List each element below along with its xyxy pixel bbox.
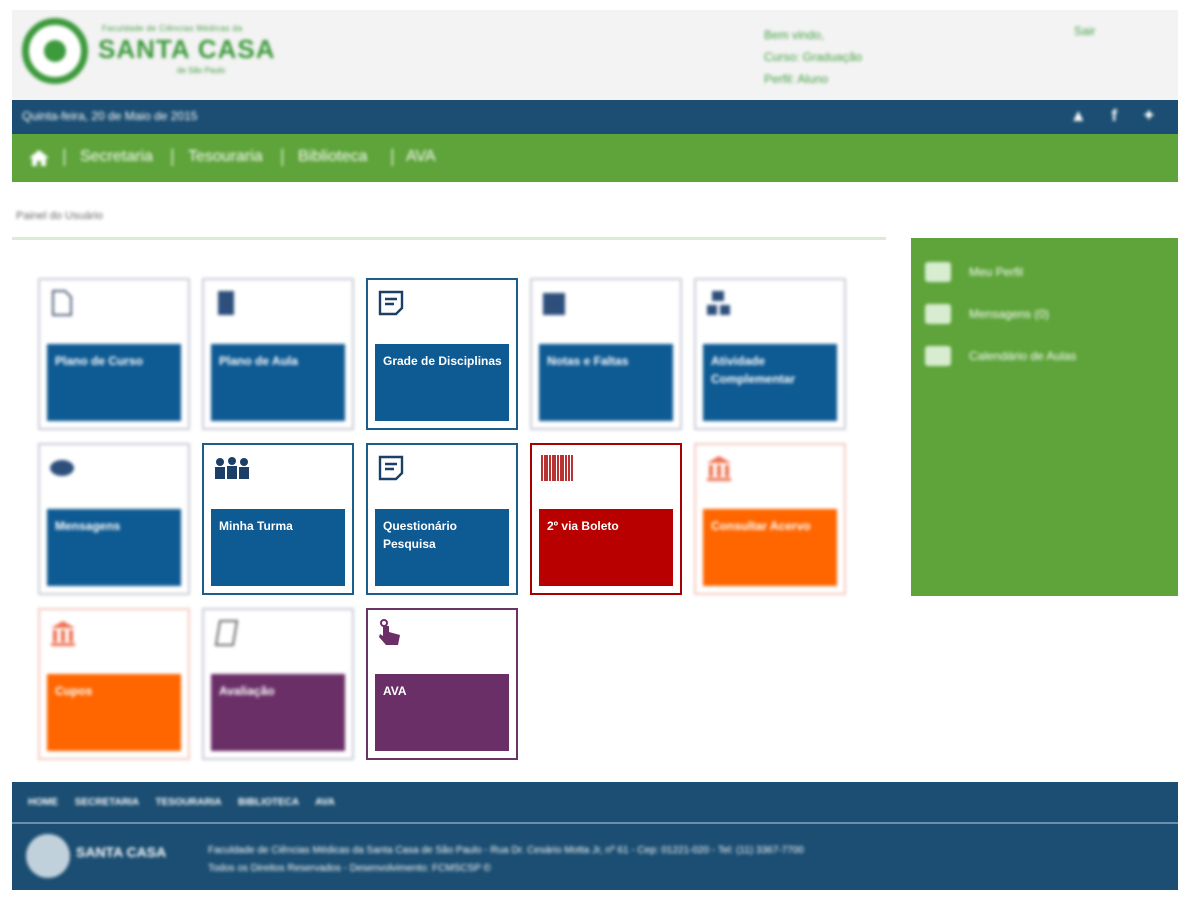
tile-notas-e-faltas[interactable]: Notas e Faltas (530, 278, 682, 430)
tile-label: Mensagens (55, 519, 121, 533)
logo-name[interactable]: SANTA CASA (98, 34, 276, 65)
side-panel: Meu Perfil Mensagens (0) Calendário de A… (911, 238, 1178, 596)
footer-divider (12, 822, 1178, 824)
tile-fill: Grade de Disciplinas (375, 344, 509, 421)
calendar-icon (925, 346, 951, 366)
network-icon (707, 291, 730, 315)
tile-consultar-acervo[interactable]: Consultar Acervo (694, 443, 846, 595)
tile-label: Atividade Complementar (711, 354, 796, 386)
nav-separator: | (390, 146, 395, 166)
social-icons[interactable]: ▲ f ✦ (1070, 106, 1166, 126)
tile-minha-turma[interactable]: Minha Turma (202, 443, 354, 595)
tile-ava[interactable]: AVA (366, 608, 518, 760)
nav-item-biblioteca[interactable]: Biblioteca (298, 148, 367, 166)
bank-icon (707, 456, 731, 481)
portal-frame: Faculdade de Ciências Médicas da SANTA C… (12, 10, 1178, 890)
breadcrumb: Painel do Usuário (16, 210, 103, 222)
welcome-text: Bem vindo, (764, 28, 825, 42)
tile-atividade-complementar[interactable]: Atividade Complementar (694, 278, 846, 430)
date-bar: Quinta-feira, 20 de Maio de 2015 ▲ f ✦ (12, 100, 1178, 134)
footer-link-biblioteca[interactable]: BIBLIOTECA (238, 797, 299, 808)
nav-separator: | (170, 146, 175, 166)
footer: HOME SECRETARIA TESOURARIA BIBLIOTECA AV… (12, 782, 1178, 890)
nav-separator: | (280, 146, 285, 166)
logo-emblem-icon[interactable] (22, 18, 88, 84)
book-icon (218, 291, 234, 315)
tile-mensagens[interactable]: Mensagens (38, 443, 190, 595)
tile-fill: Minha Turma (211, 509, 345, 586)
tile-label: Grade de Disciplinas (383, 354, 502, 368)
footer-logo-icon (26, 834, 70, 878)
megaphone-icon (925, 304, 951, 324)
user-info: Bem vindo, Curso: Graduação Perfil: Alun… (764, 24, 862, 90)
tile-fill: Questionário Pesquisa (375, 509, 509, 586)
tile-fill: Notas e Faltas (539, 344, 673, 421)
panel-item-label: Calendário de Aulas (969, 349, 1077, 363)
message-icon (50, 460, 74, 476)
tile-fill: Mensagens (47, 509, 181, 586)
pointer-icon (379, 619, 400, 645)
tile-label: Notas e Faltas (547, 354, 629, 368)
tile-fill: AVA (375, 674, 509, 751)
tile-label: 2º via Boleto (547, 519, 619, 533)
tile-label: Plano de Curso (55, 354, 144, 368)
tile-avaliacao[interactable]: Avaliação (202, 608, 354, 760)
tile-label: Plano de Aula (219, 354, 298, 368)
tile-label: Questionário Pesquisa (383, 519, 458, 551)
tile-fill: 2º via Boleto (539, 509, 673, 586)
divider (12, 237, 886, 240)
tile-grade-de-disciplinas[interactable]: Grade de Disciplinas (366, 278, 518, 430)
header: Faculdade de Ciências Médicas da SANTA C… (12, 10, 1178, 100)
tile-cupos[interactable]: Cupos (38, 608, 190, 760)
tile-2-via-boleto[interactable]: 2º via Boleto (530, 443, 682, 595)
document-icon (52, 290, 72, 316)
tile-fill: Avaliação (211, 674, 345, 751)
nav-item-ava[interactable]: AVA (406, 148, 436, 166)
barcode-icon (541, 455, 573, 481)
group-icon (215, 457, 249, 479)
footer-info: Faculdade de Ciências Médicas da Santa C… (208, 842, 804, 878)
home-icon[interactable] (28, 149, 50, 167)
nav-item-secretaria[interactable]: Secretaria (80, 148, 153, 166)
tile-fill: Plano de Aula (211, 344, 345, 421)
footer-link-home[interactable]: HOME (28, 797, 58, 808)
bank-icon (51, 621, 75, 646)
logo-top-text: Faculdade de Ciências Médicas da (102, 24, 243, 33)
tile-fill: Consultar Acervo (703, 509, 837, 586)
footer-rights: Todos os Direitos Reservados - Desenvolv… (208, 863, 491, 874)
footer-link-secretaria[interactable]: SECRETARIA (75, 797, 139, 808)
tile-plano-de-curso[interactable]: Plano de Curso (38, 278, 190, 430)
note-icon (378, 455, 404, 481)
profile-icon (925, 262, 951, 282)
checklist-icon (214, 620, 239, 646)
course-text: Curso: Graduação (764, 50, 863, 64)
tile-label: Consultar Acervo (711, 519, 811, 533)
tile-label: AVA (383, 684, 407, 698)
footer-links: HOME SECRETARIA TESOURARIA BIBLIOTECA AV… (28, 797, 335, 808)
main-nav: | Secretaria | Tesouraria | Biblioteca |… (12, 134, 1178, 182)
tile-fill: Plano de Curso (47, 344, 181, 421)
panel-item-label: Mensagens (0) (969, 307, 1050, 321)
calendar-icon (543, 293, 565, 315)
tile-fill: Cupos (47, 674, 181, 751)
tile-questionario-pesquisa[interactable]: Questionário Pesquisa (366, 443, 518, 595)
current-date: Quinta-feira, 20 de Maio de 2015 (22, 109, 198, 123)
exit-link[interactable]: Sair (1074, 24, 1095, 38)
panel-item-label: Meu Perfil (969, 265, 1024, 279)
note-icon (378, 290, 404, 316)
tile-label: Cupos (55, 684, 93, 698)
tile-label: Minha Turma (219, 519, 293, 533)
footer-address: Faculdade de Ciências Médicas da Santa C… (208, 845, 804, 856)
nav-item-tesouraria[interactable]: Tesouraria (188, 148, 263, 166)
nav-separator: | (62, 146, 67, 166)
tile-fill: Atividade Complementar (703, 344, 837, 421)
tile-label: Avaliação (219, 684, 275, 698)
footer-link-ava[interactable]: AVA (315, 797, 335, 808)
footer-link-tesouraria[interactable]: TESOURARIA (155, 797, 221, 808)
footer-logo-name: SANTA CASA (76, 844, 167, 860)
logo-sub-text: de São Paulo (177, 66, 226, 75)
tile-plano-de-aula[interactable]: Plano de Aula (202, 278, 354, 430)
profile-text: Perfil: Aluno (764, 72, 829, 86)
